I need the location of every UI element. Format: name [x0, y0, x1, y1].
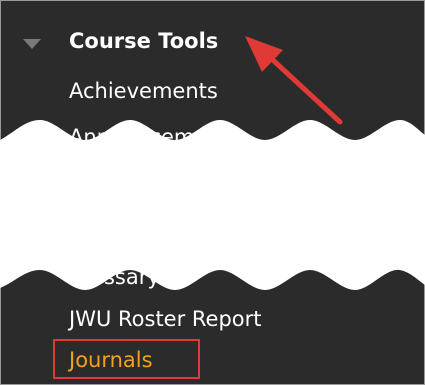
- annotation-arrow-shaft: [259, 47, 343, 125]
- torn-edge-cutout: [0, 120, 425, 290]
- annotation-overlay: [0, 36, 425, 290]
